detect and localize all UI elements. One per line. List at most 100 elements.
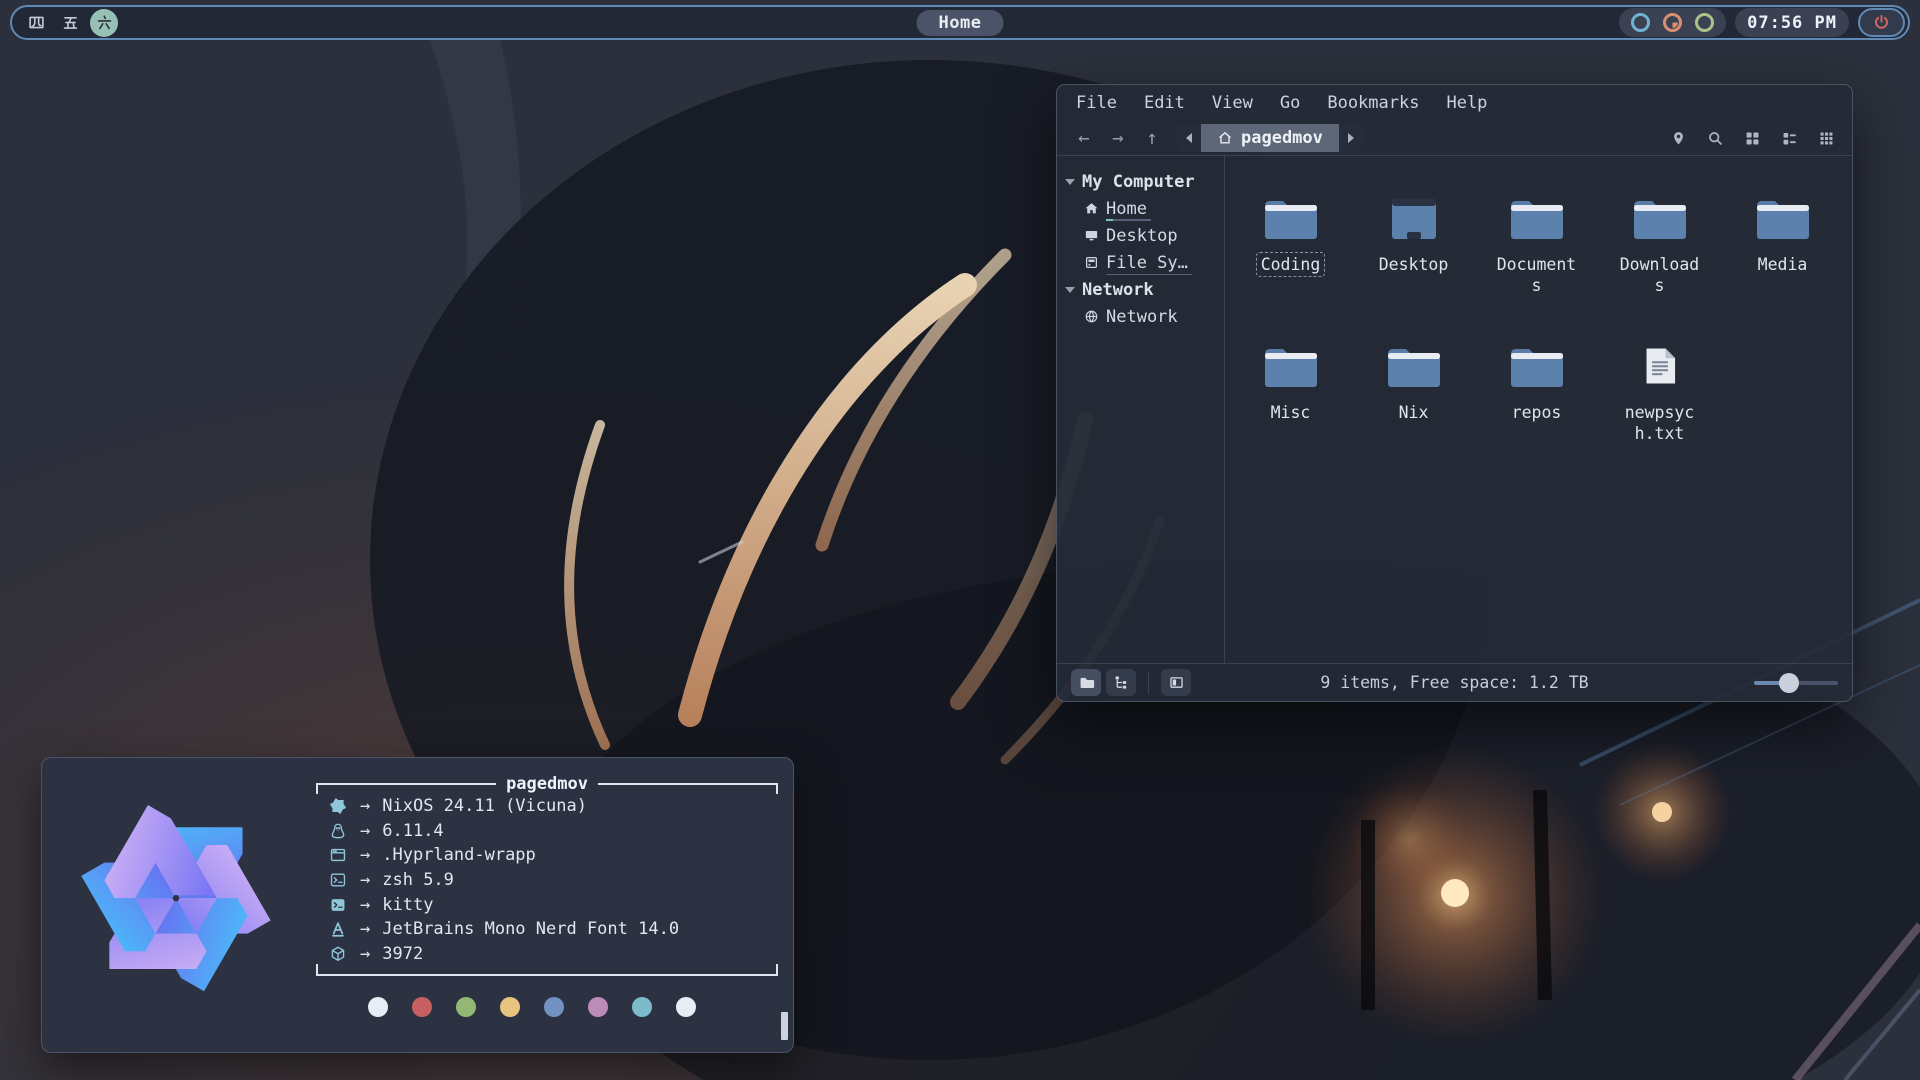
network-globe-icon [1084,309,1099,324]
folder-icon [1262,342,1320,390]
sidebar-item-home[interactable]: Home [1057,195,1224,222]
zoom-slider[interactable] [1754,681,1838,685]
palette-dot [588,997,608,1017]
file-label: newpsych.txt [1612,401,1708,445]
menu-file[interactable]: File [1069,91,1124,115]
file-grid: Coding Desktop Documents [1225,156,1852,663]
breadcrumb: pagedmov [1177,124,1363,152]
list-view-button[interactable] [1777,126,1801,150]
compact-view-button[interactable] [1814,126,1838,150]
shell-icon [329,871,347,889]
sidebar-section-network[interactable]: Network [1057,276,1224,303]
breadcrumb-label: pagedmov [1241,128,1323,148]
sidebar-section-my-computer[interactable]: My Computer [1057,168,1224,195]
file-item-nix[interactable]: Nix [1352,322,1475,470]
menu-view[interactable]: View [1205,91,1260,115]
sidebar-item-network[interactable]: Network [1057,303,1224,330]
folder-icon [1262,194,1320,242]
desktop-icon [1084,228,1099,243]
grid-view-icon [1744,130,1761,147]
file-label: Misc [1267,401,1315,424]
location-pin-button[interactable] [1666,126,1690,150]
folder-icon [1385,342,1443,390]
workspace-switcher [12,9,118,37]
system-monitor-widget[interactable] [1619,8,1726,37]
menu-bar: File Edit View Go Bookmarks Help [1057,85,1852,121]
fetch-row-wm: → .Hyprland-wrapp [326,843,774,868]
chevron-right-icon [1348,133,1354,143]
home-icon [1084,201,1099,216]
desktop-folder-icon [1385,194,1443,242]
back-button[interactable]: ← [1067,127,1101,149]
text-file-icon [1637,342,1683,390]
side-pane-toggle-button[interactable] [1161,669,1191,696]
file-item-misc[interactable]: Misc [1229,322,1352,470]
compact-view-icon [1818,130,1835,147]
folder-icon [1631,194,1689,242]
cjk-five-glyph [62,14,79,31]
font-icon [329,920,347,938]
file-item-downloads[interactable]: Downloads [1598,174,1721,322]
palette-dot [456,997,476,1017]
location-pin-icon [1670,130,1687,147]
sidebar-item-desktop[interactable]: Desktop [1057,222,1224,249]
file-item-documents[interactable]: Documents [1475,174,1598,322]
file-label: Nix [1395,401,1433,424]
icon-view-button[interactable] [1740,126,1764,150]
search-button[interactable] [1703,126,1727,150]
file-item-newpsych-txt[interactable]: newpsych.txt [1598,322,1721,470]
clock-text: 07:56 PM [1747,13,1837,33]
file-label: Media [1754,253,1812,276]
zoom-slider-knob[interactable] [1779,673,1799,693]
breadcrumb-segment-home[interactable]: pagedmov [1201,124,1339,152]
active-window-title: Home [917,10,1004,36]
places-pane-button[interactable] [1071,669,1101,696]
power-button[interactable] [1858,8,1905,37]
menu-bookmarks[interactable]: Bookmarks [1320,91,1426,115]
terminal-icon [329,896,347,914]
toolbar: ← → ↑ pagedmov [1057,121,1852,156]
up-button[interactable]: ↑ [1135,127,1169,149]
menu-go[interactable]: Go [1273,91,1307,115]
folder-icon [1508,194,1566,242]
file-item-repos[interactable]: repos [1475,322,1598,470]
file-item-desktop[interactable]: Desktop [1352,174,1475,322]
palette-dot [676,997,696,1017]
packages-icon [329,945,347,963]
fetch-row-kernel: → 6.11.4 [326,819,774,844]
monitor-ring-2-icon [1663,13,1682,32]
breadcrumb-scroll-right[interactable] [1339,124,1363,152]
file-item-coding[interactable]: Coding [1229,174,1352,322]
file-label: Downloads [1612,253,1708,297]
terminal-window[interactable]: pagedmov → NixOS 24.11 (Vicuna) [41,757,794,1053]
clock-widget[interactable]: 07:56 PM [1735,8,1849,37]
monitor-ring-1-icon [1631,13,1650,32]
workspace-5-button[interactable] [56,9,84,37]
status-bar: Home 07:56 PM [10,5,1910,40]
nixos-logo [70,792,282,1004]
menu-help[interactable]: Help [1439,91,1494,115]
workspace-4-button[interactable] [22,9,50,37]
status-summary: 9 items, Free space: 1.2 TB [1320,673,1588,692]
forward-button[interactable]: → [1101,127,1135,149]
breadcrumb-scroll-left[interactable] [1177,124,1201,152]
tree-pane-button[interactable] [1106,669,1136,696]
workspace-6-button-active[interactable] [90,9,118,37]
tree-view-icon [1113,674,1130,691]
sidebar-item-file-system[interactable]: File Sy… [1057,249,1224,276]
home-icon [1217,130,1233,146]
terminal-cursor [781,1012,788,1040]
file-item-media[interactable]: Media [1721,174,1844,322]
power-icon [1872,13,1891,32]
collapse-arrow-icon [1065,179,1075,185]
palette-dot [368,997,388,1017]
menu-edit[interactable]: Edit [1137,91,1192,115]
fetch-row-terminal: → kitty [326,892,774,917]
bar-right-modules: 07:56 PM [1619,8,1908,37]
palette-dot [632,997,652,1017]
palette-dot [500,997,520,1017]
cjk-four-glyph [28,14,45,31]
search-icon [1707,130,1724,147]
toolbar-right-icons [1666,126,1842,150]
chevron-left-icon [1186,133,1192,143]
